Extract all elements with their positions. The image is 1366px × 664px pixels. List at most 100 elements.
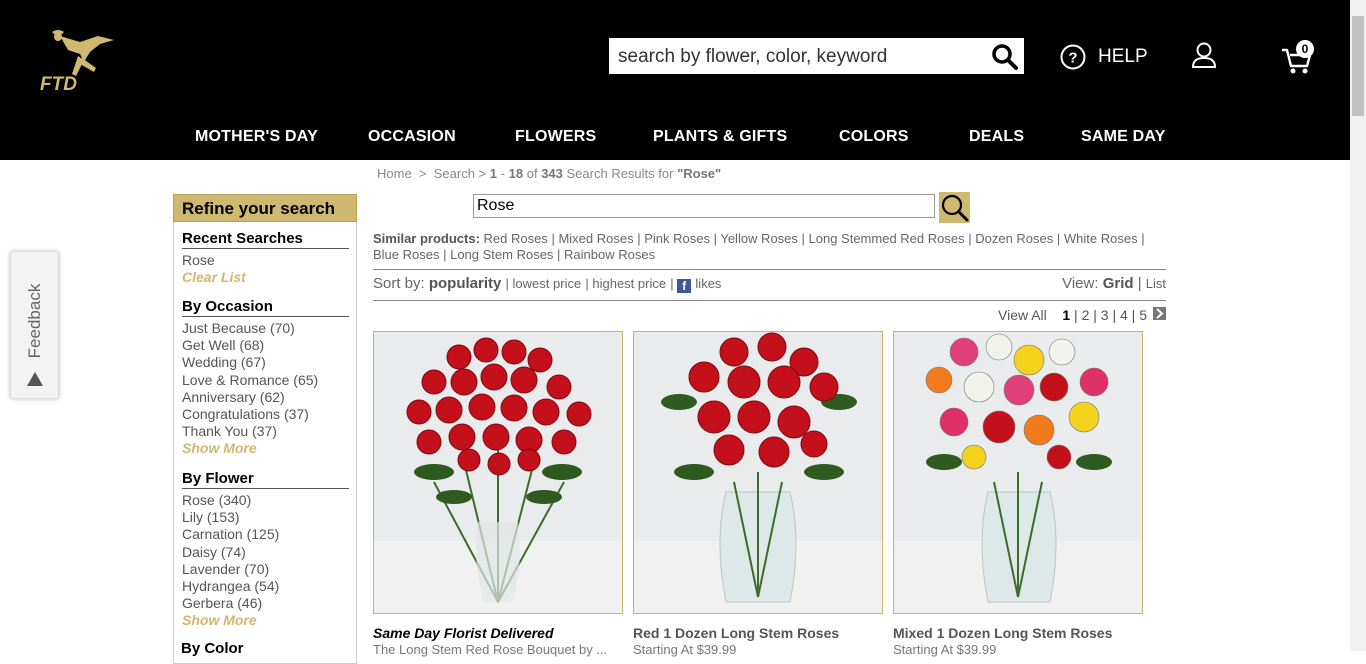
sort-highest-price[interactable]: highest price xyxy=(592,276,666,291)
cart-icon[interactable]: 0 xyxy=(1280,38,1320,74)
svg-text:?: ? xyxy=(1068,50,1077,67)
breadcrumb-home[interactable]: Home xyxy=(377,166,412,181)
search-icon[interactable] xyxy=(991,43,1019,71)
similar-link[interactable]: Dozen Roses xyxy=(975,231,1053,246)
page-link[interactable]: 3 xyxy=(1101,307,1109,323)
product-title[interactable]: Red 1 Dozen Long Stem Roses xyxy=(633,625,839,641)
occasion-filter[interactable]: Just Because (70) xyxy=(182,320,349,337)
similar-link[interactable]: Rainbow Roses xyxy=(564,247,655,262)
flower-filter[interactable]: Hydrangea (54) xyxy=(182,578,349,595)
scroll-up-arrow[interactable] xyxy=(1350,0,1366,16)
divider xyxy=(373,269,1166,270)
scroll-down-arrow[interactable] xyxy=(1350,635,1366,651)
breadcrumb-sep: > xyxy=(478,166,487,181)
similar-link[interactable]: Long Stem Roses xyxy=(450,247,553,262)
results-range-start: 1 xyxy=(489,166,498,181)
nav-deals[interactable]: DEALS xyxy=(969,128,1024,146)
product-card-image[interactable] xyxy=(373,331,623,614)
occasion-filter[interactable]: Thank You (37) xyxy=(182,423,349,440)
view-label: View: xyxy=(1062,275,1099,292)
refine-heading: Refine your search xyxy=(173,194,357,222)
sort-label: Sort by: xyxy=(373,275,425,292)
nav-mothers-day[interactable]: MOTHER'S DAY xyxy=(195,128,318,146)
product-card-image[interactable] xyxy=(893,331,1143,614)
occasion-show-more[interactable]: Show More xyxy=(182,440,349,457)
pagination: View All 1 | 2 | 3 | 4 | 5 xyxy=(998,307,1148,323)
nav-occasion[interactable]: OCCASION xyxy=(368,128,456,146)
occasion-filter[interactable]: Congratulations (37) xyxy=(182,406,349,423)
occasion-filter[interactable]: Anniversary (62) xyxy=(182,389,349,406)
similar-link[interactable]: White Roses xyxy=(1064,231,1138,246)
occasion-filter[interactable]: Wedding (67) xyxy=(182,354,349,371)
logo-text: FTD xyxy=(40,74,77,94)
product-price: Starting At $39.99 xyxy=(893,642,997,657)
feedback-tab[interactable]: Feedback xyxy=(10,251,59,399)
similar-label: Similar products: xyxy=(373,231,480,246)
sort-lowest-price[interactable]: lowest price xyxy=(513,276,582,291)
view-grid[interactable]: Grid xyxy=(1103,275,1134,292)
color-section-title: By Color xyxy=(181,640,244,657)
similar-link[interactable]: Blue Roses xyxy=(373,247,439,262)
help-icon: ? xyxy=(1060,44,1086,70)
product-title[interactable]: Mixed 1 Dozen Long Stem Roses xyxy=(893,625,1112,641)
occasion-filter[interactable]: Love & Romance (65) xyxy=(182,372,349,389)
recent-search-item[interactable]: Rose xyxy=(182,252,349,269)
occasion-section: By Occasion Just Because (70) Get Well (… xyxy=(182,298,349,457)
page-current: 1 xyxy=(1062,307,1071,323)
site-header: FTD ? HELP 0 MOTHER'S D xyxy=(0,0,1350,160)
flower-filter[interactable]: Lavender (70) xyxy=(182,561,349,578)
results-suffix: Search Results for xyxy=(566,166,674,181)
product-title[interactable]: Same Day Florist Delivered xyxy=(373,625,554,641)
results-search-input[interactable] xyxy=(473,194,935,218)
refine-sidebar: Refine your search Recent Searches Rose … xyxy=(173,194,357,664)
flower-filter[interactable]: Daisy (74) xyxy=(182,544,349,561)
occasion-filter[interactable]: Get Well (68) xyxy=(182,337,349,354)
mixed-roses-vase-image xyxy=(925,333,1112,603)
similar-link[interactable]: Pink Roses xyxy=(644,231,710,246)
nav-same-day[interactable]: SAME DAY xyxy=(1081,128,1166,146)
similar-link[interactable]: Mixed Roses xyxy=(558,231,633,246)
flower-filter[interactable]: Rose (340) xyxy=(182,492,349,509)
header-search-input[interactable] xyxy=(610,39,990,75)
similar-link[interactable]: Red Roses xyxy=(484,231,548,246)
nav-flowers[interactable]: FLOWERS xyxy=(515,128,596,146)
breadcrumb-sep: > xyxy=(418,166,427,181)
sort-popularity[interactable]: popularity xyxy=(429,275,502,292)
flower-show-more[interactable]: Show More xyxy=(182,612,349,629)
next-page-arrow-icon[interactable] xyxy=(1153,307,1166,320)
nav-colors[interactable]: COLORS xyxy=(839,128,909,146)
breadcrumb-search[interactable]: Search xyxy=(434,166,475,181)
account-icon[interactable] xyxy=(1190,42,1218,75)
results-range-end: 18 xyxy=(508,166,524,181)
results-total: 343 xyxy=(541,166,563,181)
feedback-label: Feedback xyxy=(25,283,44,359)
scroll-thumb[interactable] xyxy=(1352,16,1364,116)
flower-filter[interactable]: Lily (153) xyxy=(182,509,349,526)
product-subtitle: The Long Stem Red Rose Bouquet by ... xyxy=(373,642,608,657)
search-icon[interactable] xyxy=(939,192,970,223)
results-of: of xyxy=(526,166,538,181)
results-query: "Rose" xyxy=(677,166,722,181)
clear-list-link[interactable]: Clear List xyxy=(182,269,349,286)
help-link[interactable]: ? HELP xyxy=(1060,43,1148,71)
facebook-icon: f xyxy=(677,279,692,293)
page-scrollbar[interactable] xyxy=(1350,0,1366,651)
nav-plants-gifts[interactable]: PLANTS & GIFTS xyxy=(653,128,787,146)
view-list[interactable]: List xyxy=(1146,276,1166,291)
similar-products: Similar products: Red Roses | Mixed Rose… xyxy=(373,231,1145,262)
view-all-link[interactable]: View All xyxy=(998,307,1047,323)
page-link[interactable]: 2 xyxy=(1082,307,1090,323)
similar-link[interactable]: Long Stemmed Red Roses xyxy=(809,231,965,246)
product-card-image[interactable] xyxy=(633,331,883,614)
page-link[interactable]: 4 xyxy=(1120,307,1128,323)
similar-link[interactable]: Yellow Roses xyxy=(720,231,798,246)
view-toggle: View: Grid | List xyxy=(1062,275,1166,292)
recent-searches-section: Recent Searches Rose Clear List xyxy=(182,230,349,286)
page-link[interactable]: 5 xyxy=(1139,307,1147,323)
flower-filter[interactable]: Gerbera (46) xyxy=(182,595,349,612)
sort-likes[interactable]: likes xyxy=(695,276,721,291)
ftd-logo[interactable]: FTD xyxy=(38,26,118,95)
flower-filter[interactable]: Carnation (125) xyxy=(182,526,349,543)
cart-count-badge: 0 xyxy=(1296,40,1314,58)
results-range-dash: - xyxy=(500,166,505,181)
